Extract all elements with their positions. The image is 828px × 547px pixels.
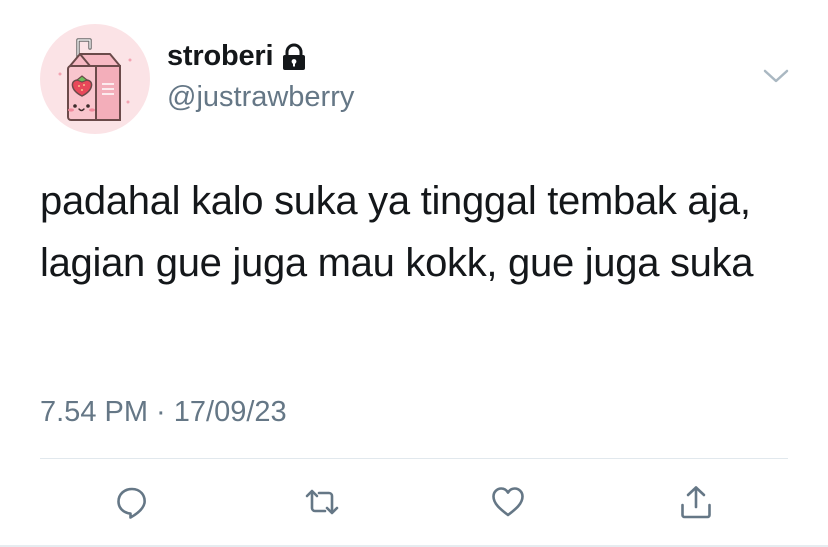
retweet-button[interactable] bbox=[302, 482, 342, 522]
reply-button[interactable] bbox=[112, 482, 152, 522]
share-icon bbox=[681, 486, 711, 519]
display-name[interactable]: stroberi bbox=[167, 40, 274, 73]
heart-icon bbox=[492, 487, 524, 517]
tweet-card: stroberi @justrawberry padahal kalo suka… bbox=[0, 0, 828, 547]
speech-bubble-icon bbox=[117, 487, 146, 519]
divider bbox=[40, 458, 788, 459]
user-display-name-row[interactable]: stroberi bbox=[167, 40, 307, 73]
retweet-icon bbox=[305, 489, 339, 515]
lock-icon bbox=[283, 43, 306, 70]
tweet-timestamp[interactable]: 7.54 PM · 17/09/23 bbox=[40, 396, 287, 429]
share-button[interactable] bbox=[676, 482, 716, 522]
user-handle[interactable]: @justrawberry bbox=[167, 81, 354, 114]
avatar[interactable] bbox=[40, 24, 150, 134]
tweet-text: padahal kalo suka ya tinggal tembak aja,… bbox=[40, 179, 754, 285]
like-button[interactable] bbox=[488, 482, 528, 522]
strawberry-milk-carton-icon bbox=[58, 38, 132, 121]
chevron-down-icon[interactable] bbox=[762, 66, 790, 86]
